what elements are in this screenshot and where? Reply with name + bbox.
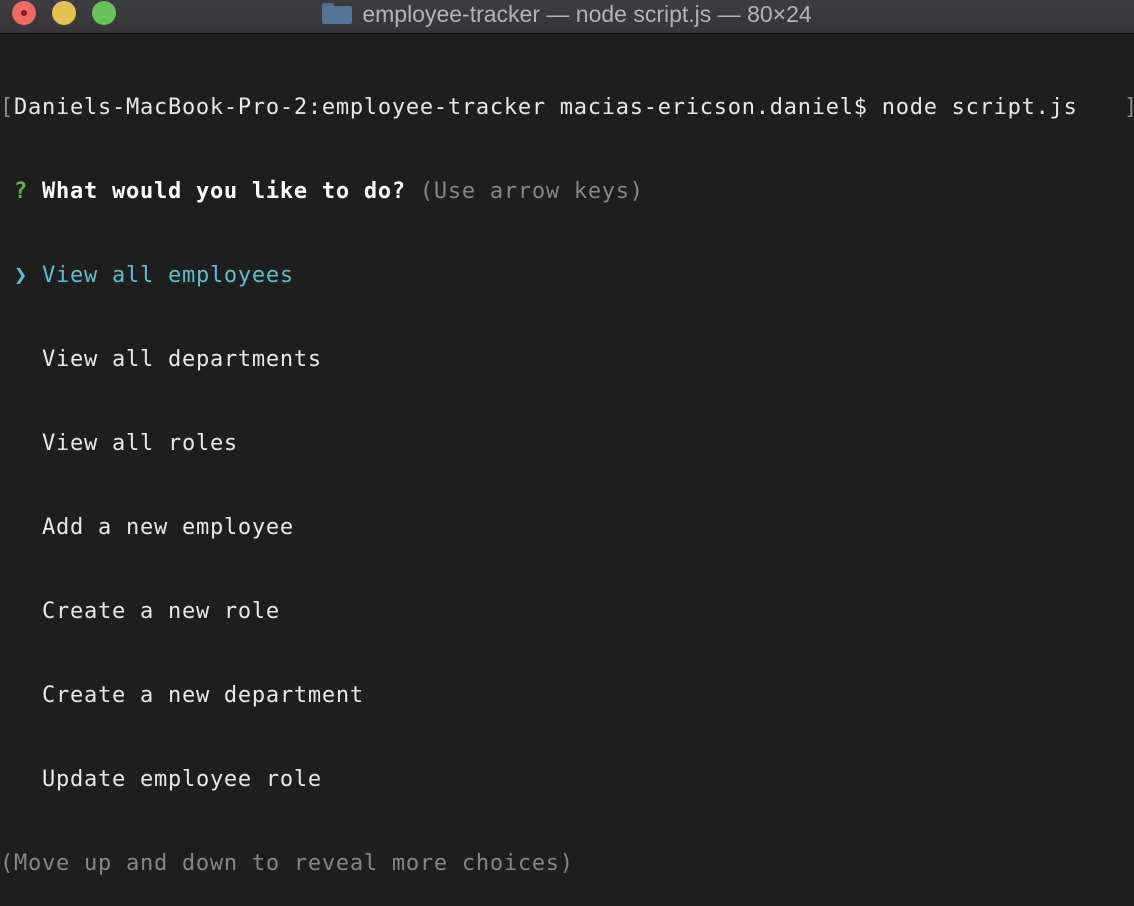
choice-label: Add a new employee — [42, 515, 294, 540]
choice-view-all-employees[interactable]: ❯ View all employees — [0, 262, 1134, 290]
choice-label: View all departments — [42, 347, 322, 372]
question-text: What would you like to do? — [42, 179, 406, 204]
choice-label: Create a new department — [42, 683, 364, 708]
folder-icon — [322, 3, 353, 24]
choice-view-all-roles[interactable]: View all roles — [0, 430, 1134, 458]
choice-label: View all employees — [42, 263, 294, 288]
choice-update-employee-role[interactable]: Update employee role — [0, 766, 1134, 794]
prompt-bracket-close: ] — [1124, 94, 1134, 122]
choice-label: View all roles — [42, 431, 238, 456]
question-hint: (Use arrow keys) — [419, 179, 644, 204]
shell-command: node script.js — [881, 95, 1078, 120]
window-titlebar[interactable]: employee-tracker — node script.js — 80×2… — [0, 0, 1134, 34]
choice-create-new-department[interactable]: Create a new department — [0, 682, 1134, 710]
window-title: employee-tracker — node script.js — 80×2… — [362, 0, 812, 27]
footer-hint-line: (Move up and down to reveal more choices… — [0, 850, 1134, 878]
question-line: ? What would you like to do? (Use arrow … — [0, 178, 1134, 206]
footer-hint: (Move up and down to reveal more choices… — [0, 851, 574, 876]
choice-label: Update employee role — [42, 767, 322, 792]
choice-label: Create a new role — [42, 599, 280, 624]
question-mark-icon: ? — [14, 179, 28, 204]
choice-add-new-employee[interactable]: Add a new employee — [0, 514, 1134, 542]
prompt-line: [Daniels-MacBook-Pro-2:employee-tracker … — [0, 94, 1134, 122]
terminal-output[interactable]: [Daniels-MacBook-Pro-2:employee-tracker … — [0, 38, 1134, 906]
pointer-icon: ❯ — [14, 263, 28, 288]
shell-prompt: Daniels-MacBook-Pro-2:employee-tracker m… — [14, 95, 882, 120]
prompt-bracket-open: [ — [0, 95, 14, 120]
window-title-area: employee-tracker — node script.js — 80×2… — [0, 0, 1134, 28]
choice-view-all-departments[interactable]: View all departments — [0, 346, 1134, 374]
choice-create-new-role[interactable]: Create a new role — [0, 598, 1134, 626]
